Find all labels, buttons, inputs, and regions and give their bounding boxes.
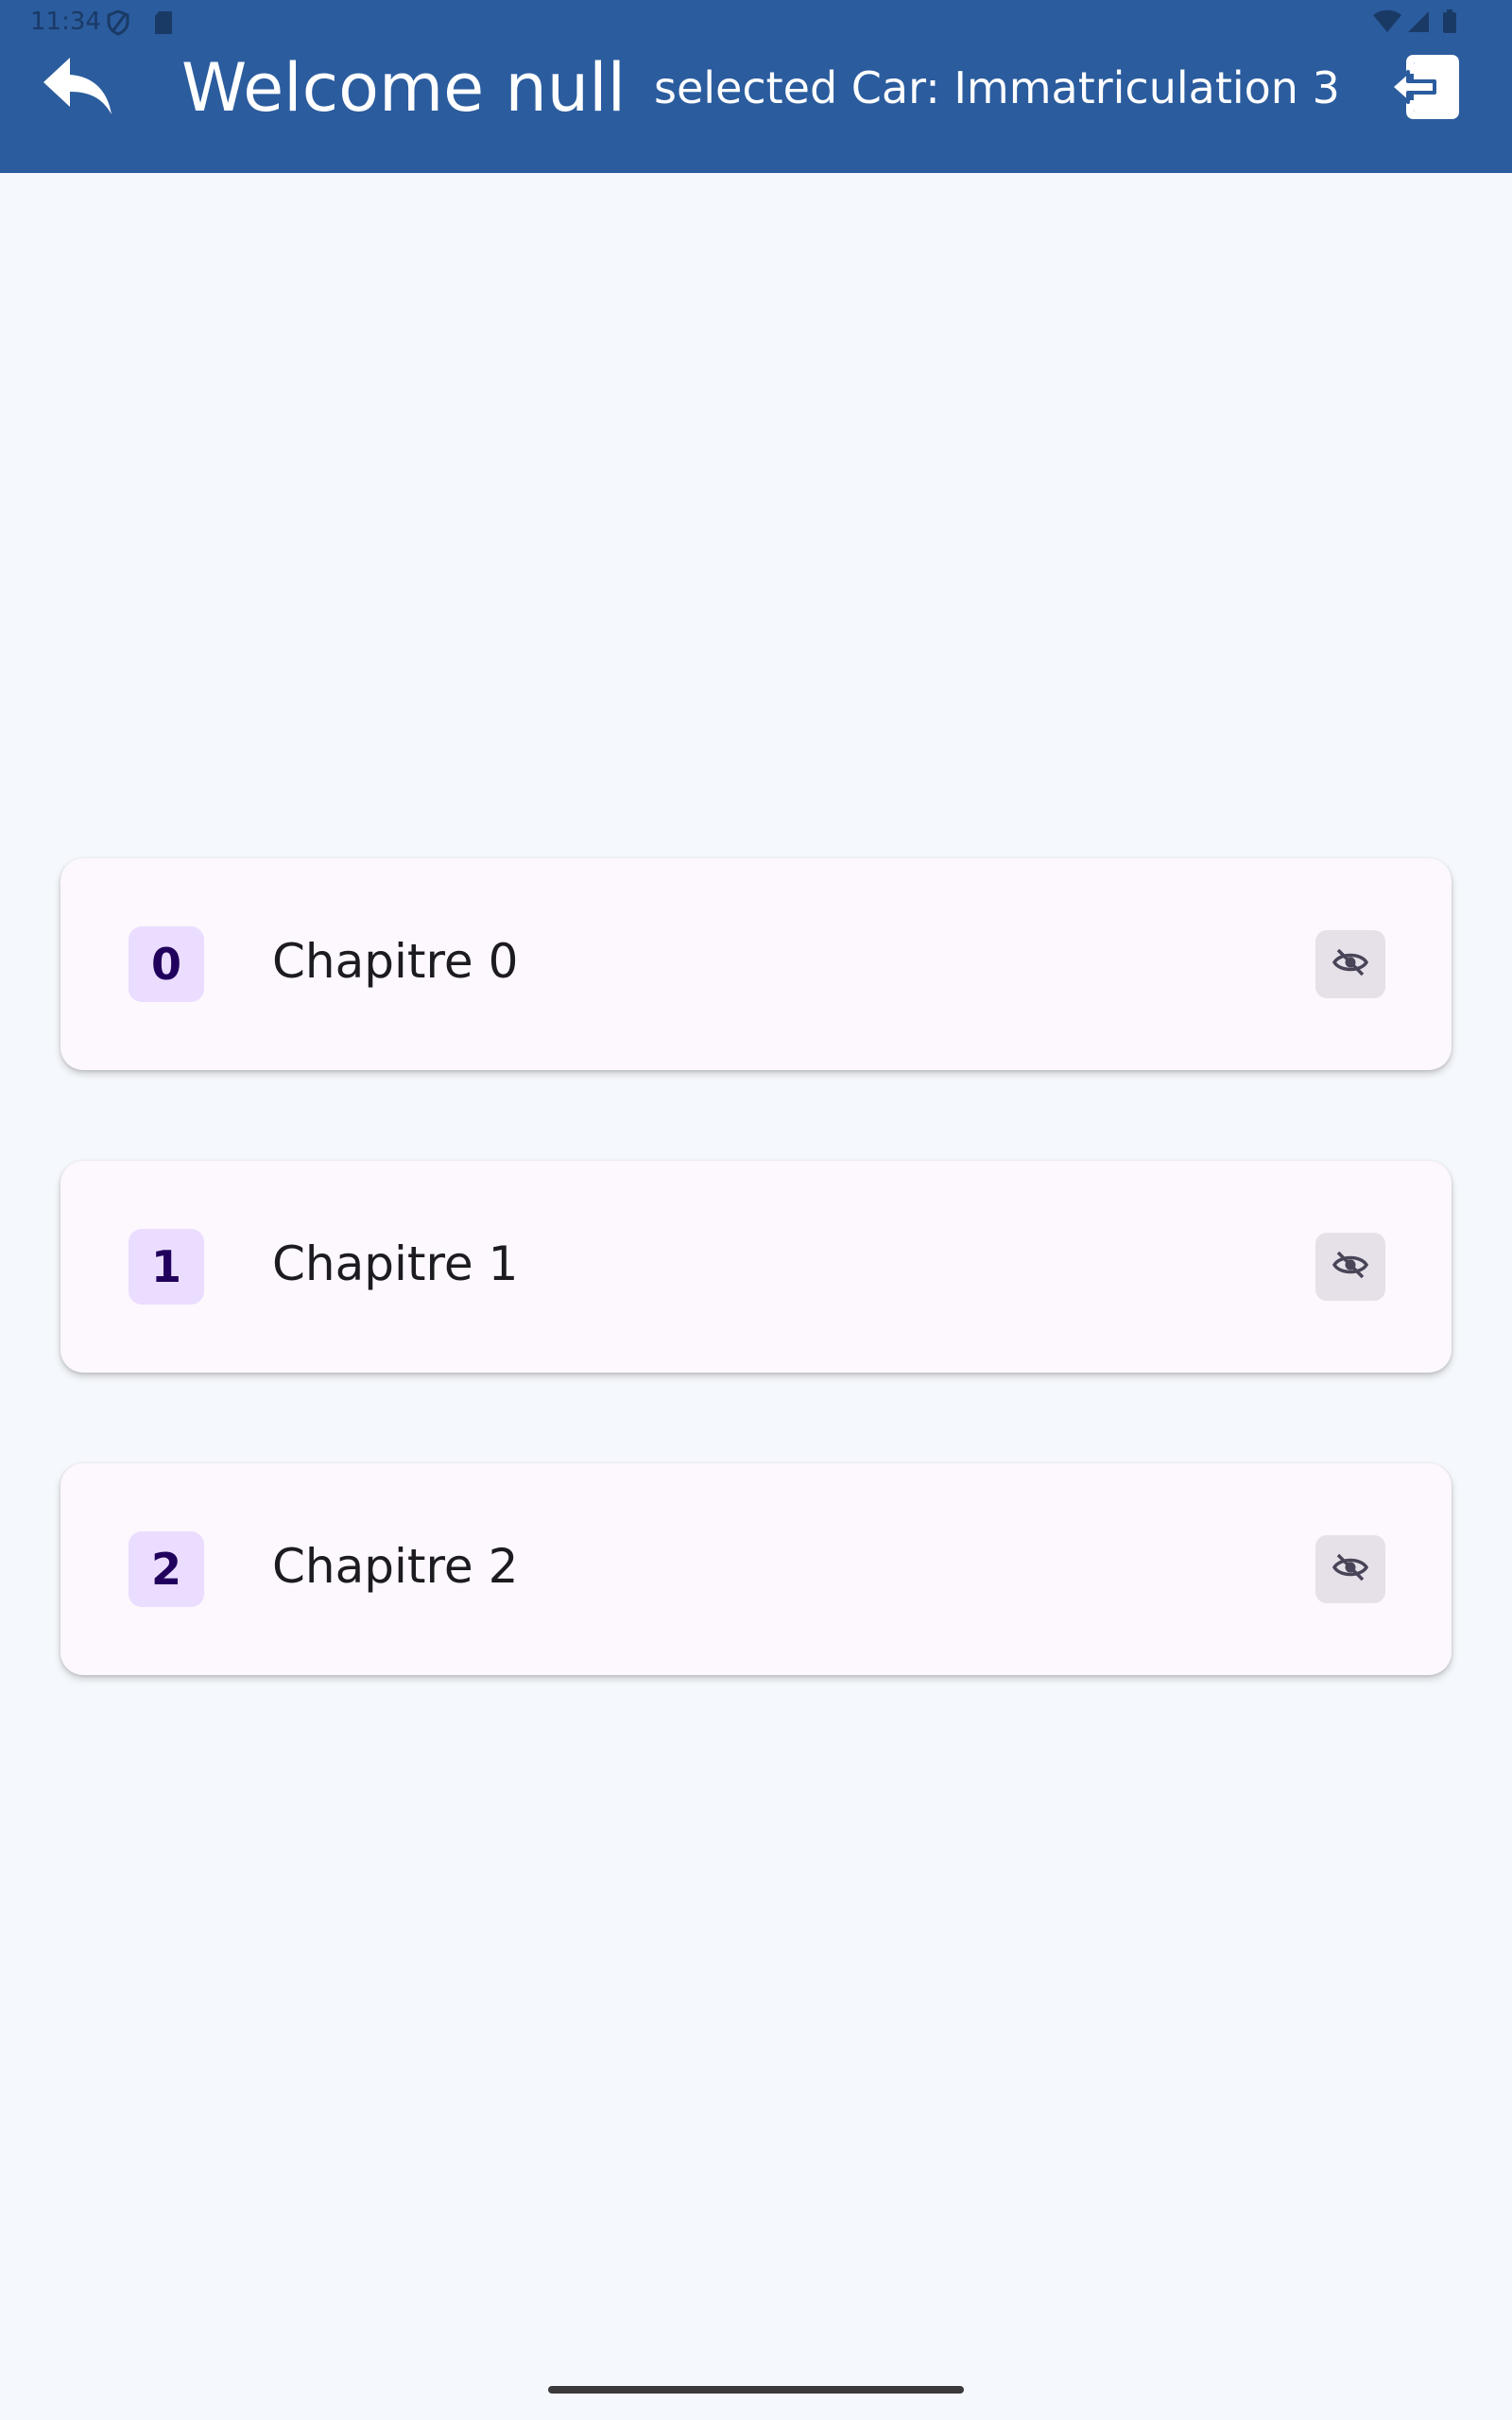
eye-off-icon (1332, 1251, 1369, 1284)
visibility-toggle-button[interactable] (1315, 930, 1385, 998)
shield-icon (106, 9, 130, 43)
chapter-index-badge: 0 (129, 926, 204, 1002)
chapter-title: Chapitre 0 (272, 934, 519, 989)
status-time: 11:34 (30, 8, 101, 36)
back-button[interactable] (34, 47, 121, 130)
chapter-index-badge: 2 (129, 1531, 204, 1607)
chapter-card-0[interactable]: 0 Chapitre 0 (60, 858, 1452, 1070)
signal-icon (1406, 9, 1431, 41)
chapter-title: Chapitre 1 (272, 1236, 519, 1291)
wifi-icon (1372, 9, 1402, 41)
selected-car-label: selected Car: Immatriculation 3 (654, 62, 1340, 113)
visibility-toggle-button[interactable] (1315, 1233, 1385, 1301)
logout-button[interactable] (1380, 45, 1470, 132)
visibility-toggle-button[interactable] (1315, 1535, 1385, 1603)
eye-off-icon (1332, 948, 1369, 981)
app-bar: 11:34 Welcome null selected Car: Immatri… (0, 0, 1512, 173)
home-indicator[interactable] (548, 2386, 964, 2394)
eye-off-icon (1332, 1553, 1369, 1586)
logout-icon (1387, 51, 1463, 128)
chapter-title: Chapitre 2 (272, 1539, 519, 1594)
page-title: Welcome null (181, 49, 627, 127)
reply-arrow-icon (40, 54, 115, 125)
battery-icon (1442, 9, 1457, 41)
chapter-card-2[interactable]: 2 Chapitre 2 (60, 1463, 1452, 1675)
chapter-index-badge: 1 (129, 1229, 204, 1305)
chapter-card-1[interactable]: 1 Chapitre 1 (60, 1161, 1452, 1373)
status-bar: 11:34 (0, 0, 1512, 45)
sd-card-icon (153, 9, 174, 43)
